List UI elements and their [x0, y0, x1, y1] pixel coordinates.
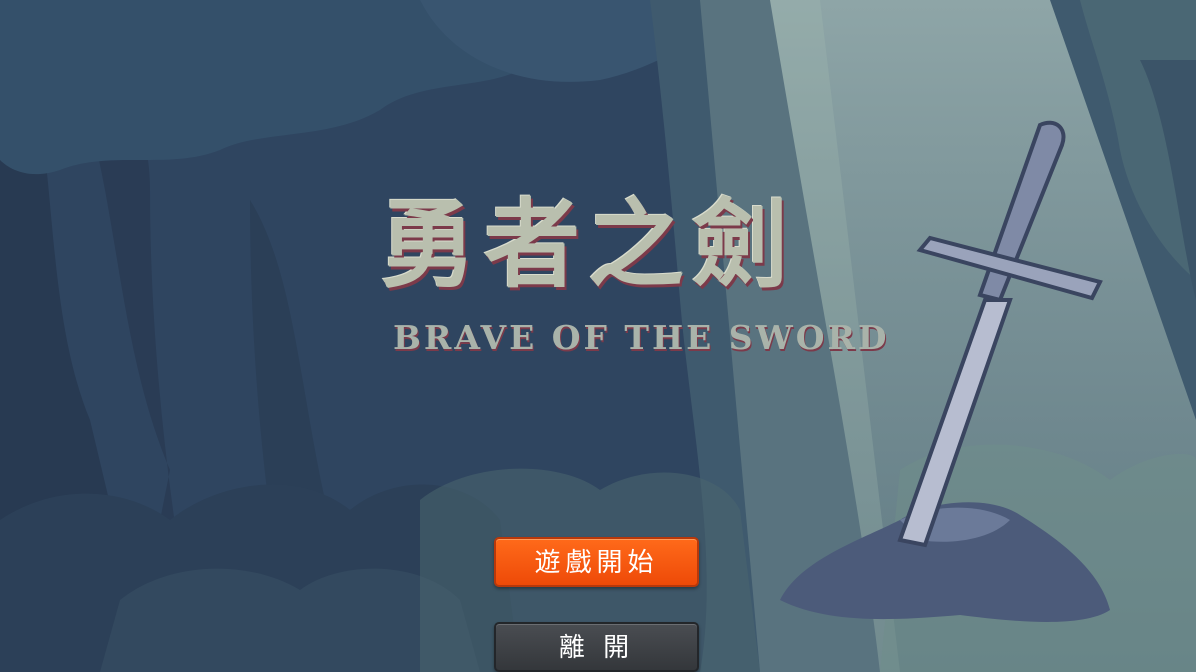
start-game-button[interactable]: 遊戲開始	[494, 537, 699, 587]
game-title: 勇者之劍	[380, 189, 796, 301]
game-subtitle: BRAVE OF THE SWORD	[393, 318, 890, 357]
title-screen: 勇者之劍 BRAVE OF THE SWORD 遊戲開始 離 開	[0, 0, 1196, 672]
exit-button[interactable]: 離 開	[494, 622, 699, 672]
